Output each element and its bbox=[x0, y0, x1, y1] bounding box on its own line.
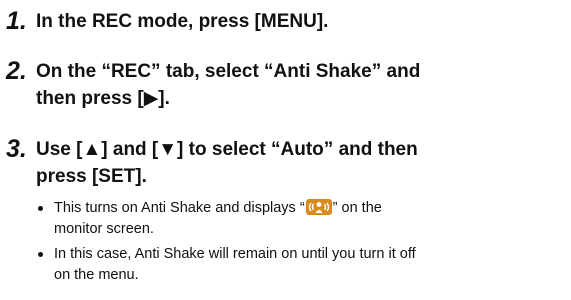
step-instruction-line: Use [▲] and [▼] to select “Auto” and the… bbox=[36, 139, 418, 160]
note-item: In this case, Anti Shake will remain on … bbox=[36, 244, 566, 286]
note-line: In this case, Anti Shake will remain on … bbox=[54, 246, 416, 262]
anti-shake-icon bbox=[305, 199, 332, 215]
bullet-dot bbox=[38, 206, 43, 211]
note-item: This turns on Anti Shake and displays “ … bbox=[36, 198, 566, 240]
note-line: monitor screen. bbox=[54, 221, 154, 237]
step-1: 1. In the REC mode, press [MENU]. bbox=[6, 6, 566, 35]
step-number: 3. bbox=[6, 135, 27, 163]
step-3: 3. Use [▲] and [▼] to select “Auto” and … bbox=[6, 134, 566, 190]
step-number: 2. bbox=[6, 57, 27, 85]
step-3-notes: This turns on Anti Shake and displays “ … bbox=[36, 198, 566, 290]
step-instruction: In the REC mode, press [MENU]. bbox=[36, 11, 329, 32]
bullet-dot bbox=[38, 252, 43, 257]
manual-page: 1. In the REC mode, press [MENU]. 2. On … bbox=[0, 0, 571, 300]
step-2: 2. On the “REC” tab, select “Anti Shake”… bbox=[6, 56, 566, 112]
note-text: ” on the bbox=[332, 200, 382, 216]
step-instruction: Use [▲] and [▼] to select “Auto” and the… bbox=[36, 134, 566, 190]
step-instruction-line: On the “REC” tab, select “Anti Shake” an… bbox=[36, 61, 421, 82]
note-text: This turns on Anti Shake and displays “ bbox=[54, 200, 305, 216]
note-line: This turns on Anti Shake and displays “ … bbox=[54, 198, 566, 219]
step-instruction: On the “REC” tab, select “Anti Shake” an… bbox=[36, 56, 566, 112]
note-line: on the menu. bbox=[54, 267, 139, 283]
step-instruction-line: press [SET]. bbox=[36, 166, 147, 187]
step-number: 1. bbox=[6, 7, 27, 35]
step-instruction-line: then press [▶]. bbox=[36, 88, 170, 109]
